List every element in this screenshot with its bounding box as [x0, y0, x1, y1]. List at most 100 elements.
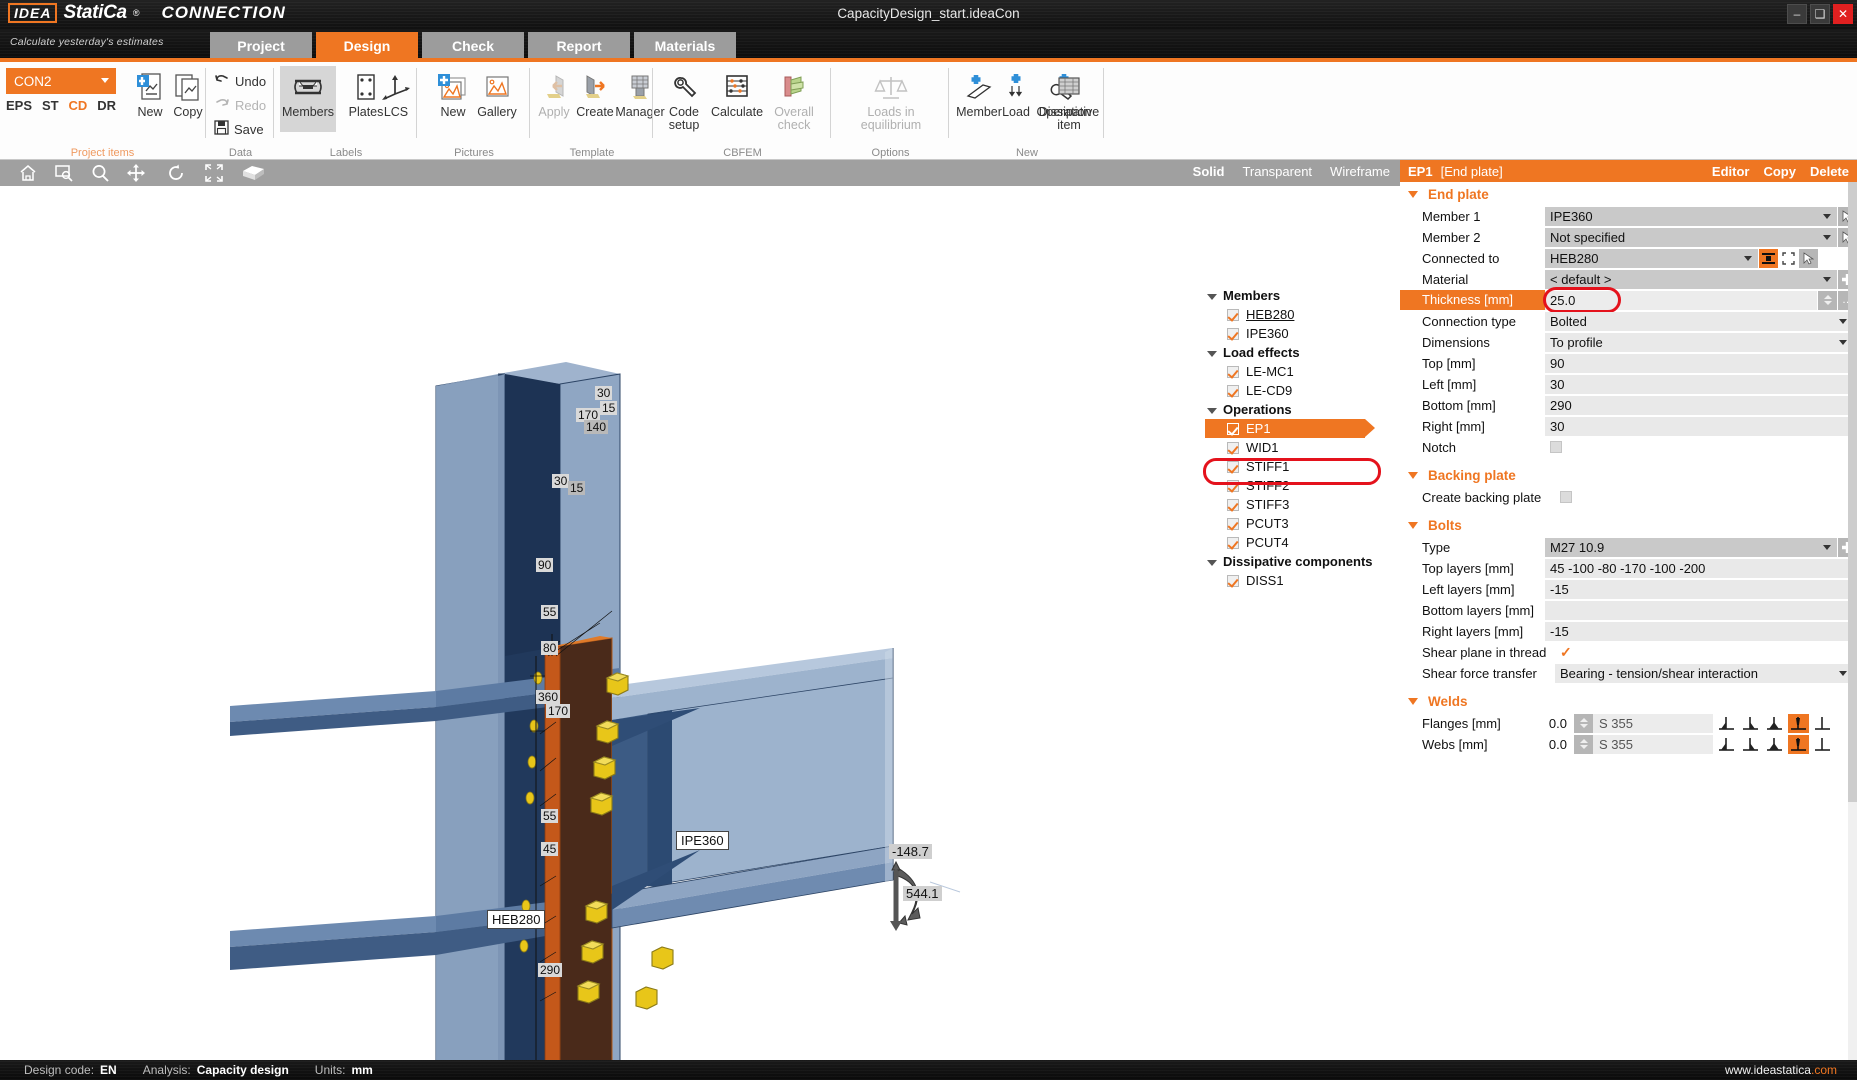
tree-item-ep1[interactable]: EP1 — [1205, 419, 1375, 438]
checkbox[interactable] — [1227, 517, 1239, 530]
weld-flanges-stepper[interactable] — [1574, 713, 1593, 733]
tab-design[interactable]: Design — [316, 32, 418, 60]
shear-plane-checkbox[interactable]: ✓ — [1560, 644, 1572, 661]
checkbox[interactable] — [1227, 308, 1239, 321]
tab-check[interactable]: Check — [422, 32, 524, 60]
tree-item-le-cd9[interactable]: LE-CD9 — [1205, 381, 1400, 400]
tree-item-diss1[interactable]: DISS1 — [1205, 571, 1400, 590]
weld-webs-stepper[interactable] — [1574, 734, 1593, 754]
select-weld-flanges-material[interactable]: S 355 — [1593, 713, 1713, 733]
checkbox[interactable] — [1227, 422, 1239, 435]
create-backing-plate-checkbox[interactable] — [1560, 491, 1572, 503]
select-bolt-type[interactable]: M27 10.9 — [1545, 537, 1837, 557]
tab-project[interactable]: Project — [210, 32, 312, 60]
select-member-2[interactable]: Not specified — [1545, 227, 1837, 247]
connect-to-flange-button[interactable] — [1759, 248, 1778, 268]
tab-materials[interactable]: Materials — [634, 32, 736, 60]
close-button[interactable]: ✕ — [1833, 4, 1853, 24]
checkbox[interactable] — [1227, 384, 1239, 397]
pick-connected-to-button[interactable] — [1799, 248, 1818, 268]
tree-item-stiff3[interactable]: STIFF3 — [1205, 495, 1400, 514]
tree-item-pcut4[interactable]: PCUT4 — [1205, 533, 1400, 552]
weld-type-butt-selected-icon[interactable] — [1788, 713, 1809, 733]
input-left-layers[interactable]: -15 — [1545, 579, 1857, 599]
view-mode-solid[interactable]: Solid — [1193, 164, 1225, 179]
notch-checkbox[interactable] — [1550, 441, 1562, 453]
home-icon[interactable] — [18, 163, 38, 183]
input-right[interactable]: 30 — [1545, 416, 1857, 436]
weld-type-none-icon[interactable] — [1812, 714, 1833, 733]
code-setup-button[interactable]: Code setup — [659, 66, 709, 132]
tree-item-wid1[interactable]: WID1 — [1205, 438, 1400, 457]
project-item-combo[interactable]: CON2 — [6, 68, 116, 94]
website-link[interactable]: www.ideastatica.com — [1725, 1063, 1857, 1077]
select-weld-webs-material[interactable]: S 355 — [1593, 734, 1713, 754]
weld-type-butt-selected-icon[interactable] — [1788, 734, 1809, 754]
properties-scrollbar[interactable] — [1848, 182, 1857, 1060]
select-connected-to[interactable]: HEB280 — [1545, 248, 1758, 268]
input-right-layers[interactable]: -15 — [1545, 621, 1857, 641]
section-bolts[interactable]: Bolts — [1400, 513, 1857, 537]
section-welds[interactable]: Welds — [1400, 689, 1857, 713]
undo-button[interactable]: Undo — [214, 70, 266, 92]
tree-group-members[interactable]: Members — [1205, 286, 1400, 305]
select-dimensions[interactable]: To profile — [1545, 332, 1857, 352]
input-thickness[interactable]: 25.0 — [1545, 290, 1817, 310]
new-dissipative-item-button[interactable]: Dissipative item — [1037, 66, 1101, 132]
select-shear-force-transfer[interactable]: Bearing - tension/shear interaction — [1555, 663, 1857, 683]
toggle-eps[interactable]: EPS — [6, 98, 32, 113]
thickness-stepper[interactable] — [1818, 290, 1837, 310]
checkbox[interactable] — [1227, 574, 1239, 587]
checkbox[interactable] — [1227, 479, 1239, 492]
input-top-layers[interactable]: 45 -100 -80 -170 -100 -200 — [1545, 558, 1857, 578]
tree-group-operations[interactable]: Operations — [1205, 400, 1400, 419]
labels-lcs-button[interactable]: LCS — [374, 66, 418, 119]
checkbox[interactable] — [1227, 536, 1239, 549]
zoom-icon[interactable] — [90, 163, 110, 183]
input-bottom-layers[interactable] — [1545, 600, 1857, 620]
tree-item-pcut3[interactable]: PCUT3 — [1205, 514, 1400, 533]
tree-item-ipe360[interactable]: IPE360 — [1205, 324, 1400, 343]
weld-type-fillet-right-icon[interactable] — [1740, 735, 1761, 754]
checkbox[interactable] — [1227, 365, 1239, 378]
labels-members-button[interactable]: Members — [280, 66, 336, 132]
tree-group-dissipative-components[interactable]: Dissipative components — [1205, 552, 1400, 571]
editor-button[interactable]: Editor — [1712, 164, 1750, 179]
section-end-plate[interactable]: End plate — [1400, 182, 1857, 206]
weld-type-none-icon[interactable] — [1812, 735, 1833, 754]
select-material[interactable]: < default > — [1545, 269, 1837, 289]
tree-item-stiff2[interactable]: STIFF2 — [1205, 476, 1400, 495]
save-button[interactable]: Save — [214, 118, 264, 140]
weld-type-fillet-right-icon[interactable] — [1740, 714, 1761, 733]
tab-report[interactable]: Report — [528, 32, 630, 60]
checkbox[interactable] — [1227, 327, 1239, 340]
pan-icon[interactable] — [126, 163, 146, 183]
input-bottom[interactable]: 290 — [1545, 395, 1857, 415]
scrollbar-thumb[interactable] — [1848, 182, 1857, 802]
checkbox[interactable] — [1227, 460, 1239, 473]
view-mode-wireframe[interactable]: Wireframe — [1330, 164, 1390, 179]
tree-item-stiff1[interactable]: STIFF1 — [1205, 457, 1400, 476]
input-left[interactable]: 30 — [1545, 374, 1857, 394]
minimize-button[interactable]: – — [1787, 4, 1807, 24]
view-cube-icon[interactable] — [240, 163, 266, 183]
connect-to-region-button[interactable] — [1779, 248, 1798, 268]
copy-button[interactable]: Copy — [1763, 164, 1796, 179]
value-weld-flanges-size[interactable]: 0.0 — [1545, 716, 1573, 731]
toggle-st[interactable]: ST — [42, 98, 59, 113]
weld-type-fillet-icon[interactable] — [1716, 714, 1737, 733]
weld-type-double-fillet-icon[interactable] — [1764, 735, 1785, 754]
toggle-cd[interactable]: CD — [68, 98, 87, 113]
weld-type-double-fillet-icon[interactable] — [1764, 714, 1785, 733]
toggle-dr[interactable]: DR — [97, 98, 116, 113]
section-backing-plate[interactable]: Backing plate — [1400, 463, 1857, 487]
input-top[interactable]: 90 — [1545, 353, 1857, 373]
maximize-button[interactable]: ❑ — [1810, 4, 1830, 24]
fit-icon[interactable] — [204, 163, 224, 183]
checkbox[interactable] — [1227, 498, 1239, 511]
calculate-button[interactable]: Calculate — [709, 66, 765, 119]
view-mode-transparent[interactable]: Transparent — [1242, 164, 1312, 179]
rotate-icon[interactable] — [166, 163, 186, 183]
tree-item-heb280[interactable]: HEB280 — [1205, 305, 1400, 324]
tree-item-le-mc1[interactable]: LE-MC1 — [1205, 362, 1400, 381]
